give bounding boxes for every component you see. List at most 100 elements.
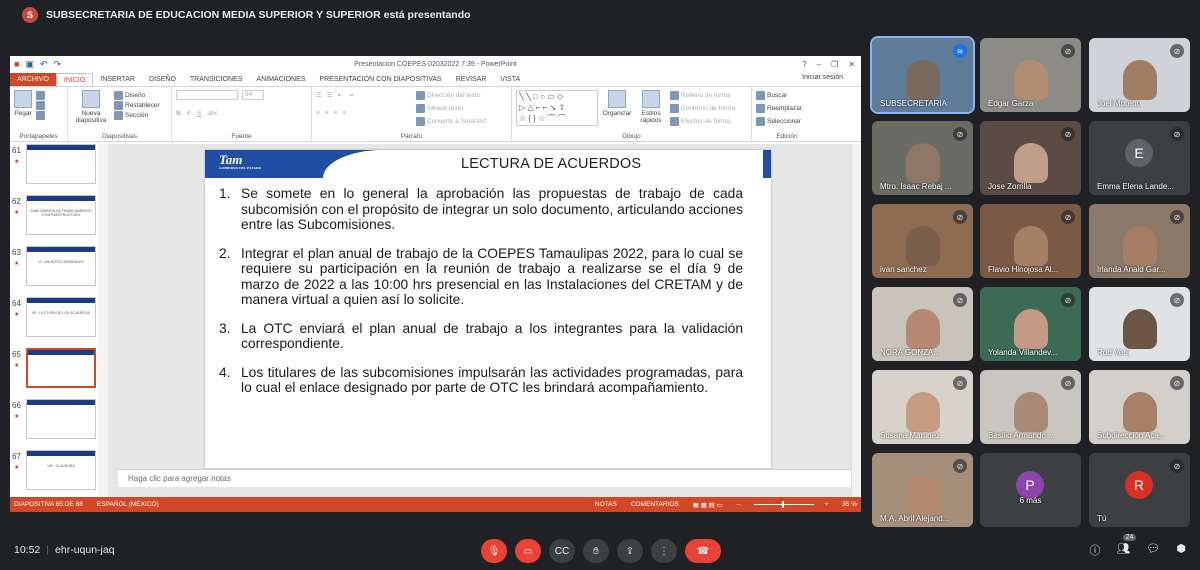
quick-styles-button[interactable]: Estilos rápidos — [636, 90, 666, 124]
participant-tile[interactable]: P6 más — [980, 453, 1081, 527]
participant-tile[interactable]: ⊘ Subdirección Aca... — [1089, 370, 1190, 444]
tab-diseno[interactable]: DISEÑO — [142, 73, 183, 86]
underline-button[interactable]: S — [197, 110, 201, 117]
select-button[interactable]: Seleccionar — [756, 116, 818, 126]
notes-button[interactable]: NOTAS — [595, 501, 617, 508]
layout-button[interactable]: Diseño — [114, 90, 160, 100]
comments-button[interactable]: COMENTARIOS — [631, 501, 679, 508]
thumbnail-61[interactable]: 61 ★ — [10, 144, 108, 192]
replace-button[interactable]: Reemplazar — [756, 103, 818, 113]
present-button[interactable]: ⇪ — [617, 539, 643, 563]
zoom-level[interactable]: 35 % — [842, 501, 857, 508]
tab-animaciones[interactable]: ANIMACIONES — [249, 73, 312, 86]
participant-tile[interactable]: ⊘ NORA GONZA... — [872, 287, 973, 361]
cut-button[interactable] — [36, 90, 45, 100]
tab-insertar[interactable]: INSERTAR — [93, 73, 142, 86]
participant-tile[interactable]: ⊘ Susana Martinez — [872, 370, 973, 444]
thumbnail-63[interactable]: 63 ★ VI.- ASUNTOS GENERALES — [10, 246, 108, 294]
slide-canvas[interactable]: Tam GOBIERNO DEL ESTADO LECTURA DE ACUERD… — [205, 150, 771, 468]
numbering-icon[interactable]: ☰ — [327, 91, 333, 99]
tab-archivo[interactable]: ARCHIVO — [10, 73, 56, 86]
justify-icon[interactable]: ≡ — [342, 110, 346, 117]
align-center-icon[interactable]: ≡ — [325, 110, 329, 117]
participant-tile[interactable]: ⊘ M.A. Abril Alejand... — [872, 453, 973, 527]
new-slide-button[interactable]: Nueva diapositiva — [72, 90, 110, 124]
thumbnail-scrollbar[interactable] — [98, 144, 108, 497]
zoom-out-icon[interactable]: – — [737, 501, 741, 508]
camera-off-button[interactable]: ▭ — [515, 539, 541, 563]
help-icon[interactable]: ? — [802, 60, 806, 69]
section-button[interactable]: Sección — [114, 110, 160, 120]
signin-link[interactable]: Iniciar sesión — [802, 74, 843, 81]
participant-tile[interactable]: ⊘ Yolanda Villandev... — [980, 287, 1081, 361]
text-direction-button[interactable]: Dirección del texto — [416, 90, 486, 100]
participant-tile[interactable]: E ⊘ Emma Elena Lande... — [1089, 121, 1190, 195]
tab-presentacion[interactable]: PRESENTACIÓN CON DIAPOSITIVAS — [312, 73, 448, 86]
participant-tile[interactable]: ⊘ Basilio Armando ... — [980, 370, 1081, 444]
shape-effects-button[interactable]: Efectos de forma — [670, 116, 735, 126]
reset-button[interactable]: Restablecer — [114, 100, 160, 110]
paste-button[interactable]: Pegar — [14, 90, 32, 120]
more-options-button[interactable]: ⋮ — [651, 539, 677, 563]
people-icon[interactable]: 👥︎ 24 — [1116, 534, 1137, 558]
thumbnail-65[interactable]: 65 ★ — [10, 348, 108, 396]
captions-button[interactable]: CC — [549, 539, 575, 563]
slide-scrollbar[interactable] — [851, 144, 861, 497]
bullets-icon[interactable]: ☰ — [316, 91, 322, 99]
end-call-button[interactable]: ☎︎ — [685, 539, 721, 563]
zoom-in-icon[interactable]: + — [824, 501, 828, 508]
italic-button[interactable]: K — [187, 110, 191, 117]
thumbnail-64[interactable]: 64 ★ VII.- LECTURA DE LOS ACUERDOS — [10, 297, 108, 345]
tab-revisar[interactable]: REVISAR — [449, 73, 494, 86]
shape-fill-button[interactable]: Relleno de forma — [670, 90, 735, 100]
participant-tile[interactable]: R ⊘ Tú — [1089, 453, 1190, 527]
zoom-slider[interactable] — [754, 501, 815, 508]
thumbnail-67[interactable]: 67 ★ VIII.- CLAUSURA — [10, 450, 108, 498]
notes-pane[interactable]: Haga clic para agregar notas — [118, 469, 851, 487]
thumb-text: VI.- ASUNTOS GENERALES — [38, 260, 84, 264]
language[interactable]: ESPAÑOL (MÉXICO) — [97, 501, 159, 508]
mic-off-button[interactable]: 🎙︎ — [481, 539, 507, 563]
participant-tile[interactable]: ⊘ Jose Zorrilla — [980, 121, 1081, 195]
participant-tile[interactable]: ⊘ Flavio Hinojosa Al... — [980, 204, 1081, 278]
participant-tile[interactable]: ⊘ Joel Moreno — [1089, 38, 1190, 112]
font-size-box[interactable]: 54 — [242, 90, 264, 100]
outdent-icon[interactable]: ⇥ — [348, 91, 353, 99]
arrange-button[interactable]: Organizar — [602, 90, 632, 117]
bold-button[interactable]: N — [176, 110, 181, 117]
chat-icon[interactable]: 💬︎ — [1146, 542, 1160, 558]
copy-button[interactable] — [36, 100, 45, 110]
participant-tile[interactable]: ⊘ Edgar Garza — [980, 38, 1081, 112]
tab-vista[interactable]: VISTA — [493, 73, 527, 86]
tab-inicio[interactable]: INICIO — [55, 73, 94, 86]
align-left-icon[interactable]: ≡ — [316, 110, 320, 117]
participant-tile[interactable]: ⊘ Mtro. Isaac Rebaj ... — [872, 121, 973, 195]
format-painter-button[interactable] — [36, 110, 45, 120]
align-right-icon[interactable]: ≡ — [334, 110, 338, 117]
shapes-gallery[interactable]: ╲ ╲ □ ○ ▭ ◇ ▷ △ ⌐ ⌐ ↘ ⇧ ☆ { } ☆ ⌒ ⌒ — [516, 90, 598, 126]
restore-icon[interactable]: ❐ — [831, 60, 838, 69]
participant-tile[interactable]: ≋ SUBSECRETARIA — [870, 36, 975, 114]
smartart-button[interactable]: Convertir a SmartArt — [416, 116, 486, 126]
thumbnail-66[interactable]: 66 ★ — [10, 399, 108, 447]
replace-icon — [756, 103, 765, 113]
strike-button[interactable]: abc — [207, 110, 217, 117]
paragraph-label: Párrafo — [400, 133, 423, 140]
close-icon[interactable]: ✕ — [848, 60, 855, 69]
participant-tile[interactable]: ⊘ Rod Vera — [1089, 287, 1190, 361]
indent-icon[interactable]: ⇤ — [338, 91, 343, 99]
raise-hand-button[interactable]: ✋︎ — [583, 539, 609, 563]
shape-outline-button[interactable]: Contorno de forma — [670, 103, 735, 113]
participant-tile[interactable]: ⊘ Irlanda Anaid Gar... — [1089, 204, 1190, 278]
thumb-image: VII.- LECTURA DE LOS ACUERDOS — [26, 297, 96, 337]
tab-transiciones[interactable]: TRANSICIONES — [183, 73, 250, 86]
view-icons[interactable]: ▣ ▦ ▤ ▭ — [693, 501, 723, 509]
align-text-button[interactable]: Alinear texto — [416, 103, 486, 113]
info-icon[interactable]: ⓘ — [1089, 542, 1100, 558]
activities-icon[interactable]: ⬢ — [1176, 542, 1186, 558]
participant-tile[interactable]: ⊘ ivan sanchez — [872, 204, 973, 278]
minimize-icon[interactable]: – — [817, 60, 821, 69]
find-button[interactable]: Buscar — [756, 90, 818, 100]
font-family-box[interactable] — [176, 90, 238, 100]
thumbnail-62[interactable]: 62 ★ SUBCOMISION DE FINANCIAMIENTO E INFR… — [10, 195, 108, 243]
